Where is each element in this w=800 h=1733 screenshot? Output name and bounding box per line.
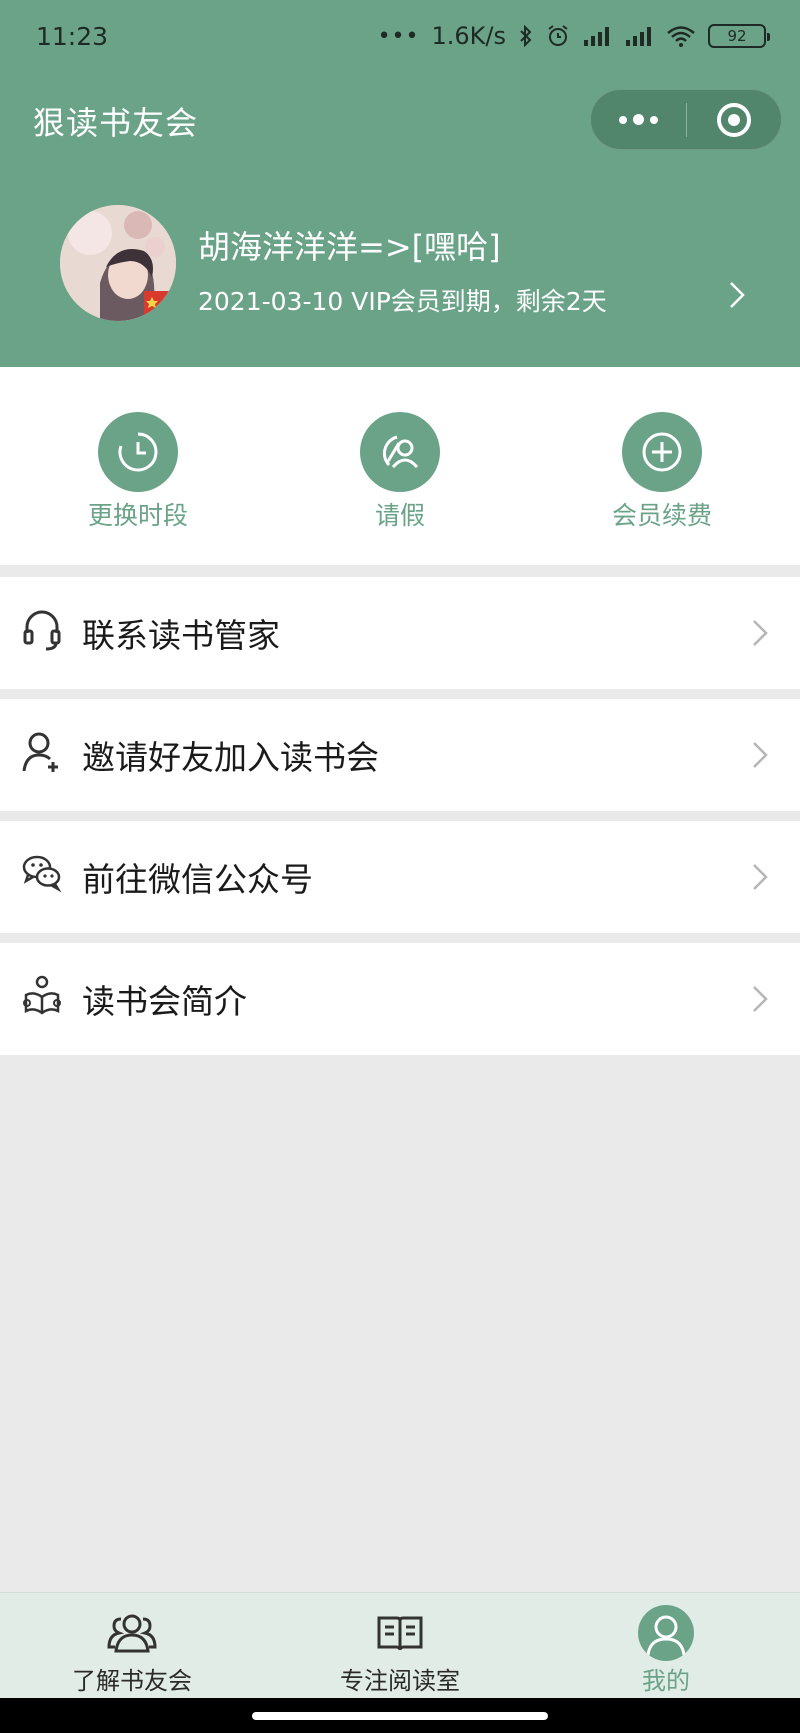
status-bar: 11:23 ••• 1.6K/s 92 xyxy=(0,0,800,72)
tab-label: 我的 xyxy=(642,1667,690,1695)
change-period-button[interactable]: 更换时段 xyxy=(58,412,218,532)
menu-item-contact-butler[interactable]: 联系读书管家 xyxy=(0,577,800,689)
tab-focus-reading[interactable]: 专注阅读室 xyxy=(300,1593,500,1699)
renew-membership-label: 会员续费 xyxy=(611,501,712,530)
menu-item-wechat-official[interactable]: 前往微信公众号 xyxy=(0,821,800,933)
signal-icon xyxy=(584,27,609,46)
menu-label: 读书会简介 xyxy=(82,982,247,1021)
battery-level: 92 xyxy=(727,27,747,45)
profile-icon xyxy=(638,1605,694,1661)
signal-icon-2 xyxy=(626,27,651,46)
tab-label: 专注阅读室 xyxy=(340,1667,460,1695)
tab-about-club[interactable]: 了解书友会 xyxy=(32,1593,232,1699)
add-user-icon xyxy=(22,732,58,772)
tab-bar: 了解书友会 专注阅读室 我的 xyxy=(0,1592,800,1698)
home-indicator[interactable] xyxy=(252,1712,548,1720)
chevron-right-icon xyxy=(753,864,768,890)
tab-label: 了解书友会 xyxy=(72,1667,192,1695)
wifi-icon xyxy=(667,26,695,47)
leave-person-icon xyxy=(360,412,440,492)
plus-circle-icon xyxy=(622,412,702,492)
menu-label: 前往微信公众号 xyxy=(82,860,313,899)
tab-mine[interactable]: 我的 xyxy=(566,1593,766,1699)
bluetooth-icon xyxy=(520,24,532,48)
chevron-right-icon xyxy=(753,986,768,1012)
status-time: 11:23 xyxy=(36,21,109,51)
avatar-image xyxy=(60,205,176,321)
close-target-icon xyxy=(716,102,751,137)
open-book-icon xyxy=(372,1605,428,1661)
wechat-icon xyxy=(22,855,62,893)
menu-item-club-intro[interactable]: 读书会简介 xyxy=(0,943,800,1055)
chevron-right-icon[interactable] xyxy=(728,280,746,310)
network-speed: 1.6K/s xyxy=(431,22,507,50)
leave-label: 请假 xyxy=(374,501,425,530)
more-button[interactable] xyxy=(591,90,686,149)
menu-label: 联系读书管家 xyxy=(82,616,280,655)
quick-actions: 更换时段 请假 会员续费 xyxy=(0,367,800,565)
vip-expiry-text: 2021-03-10 VIP会员到期，剩余2天 xyxy=(198,287,607,316)
leave-button[interactable]: 请假 xyxy=(320,412,480,532)
menu-label: 邀请好友加入读书会 xyxy=(82,738,379,777)
battery-icon: 92 xyxy=(708,24,770,48)
clock-icon xyxy=(98,412,178,492)
page-title: 狠读书友会 xyxy=(33,104,199,142)
change-period-label: 更换时段 xyxy=(87,501,188,530)
alarm-icon xyxy=(548,25,568,46)
close-button[interactable] xyxy=(686,90,781,149)
username: 胡海洋洋洋=>[嘿哈] xyxy=(198,228,501,266)
headset-icon xyxy=(23,610,61,651)
system-nav-bar xyxy=(0,1698,800,1733)
mini-program-capsule xyxy=(590,89,782,150)
chevron-right-icon xyxy=(753,742,768,768)
status-indicators: ••• 1.6K/s 92 xyxy=(377,22,770,50)
profile-header: 11:23 ••• 1.6K/s 92 狠读书友会 胡海洋洋洋=>[嘿哈] 20… xyxy=(0,0,800,367)
more-dots-icon: ••• xyxy=(377,23,420,49)
avatar[interactable] xyxy=(60,205,176,321)
group-icon xyxy=(104,1605,160,1661)
renew-membership-button[interactable]: 会员续费 xyxy=(582,412,742,532)
menu-item-invite-friends[interactable]: 邀请好友加入读书会 xyxy=(0,699,800,811)
reader-icon xyxy=(23,975,61,1015)
chevron-right-icon xyxy=(753,620,768,646)
more-icon xyxy=(618,114,658,125)
